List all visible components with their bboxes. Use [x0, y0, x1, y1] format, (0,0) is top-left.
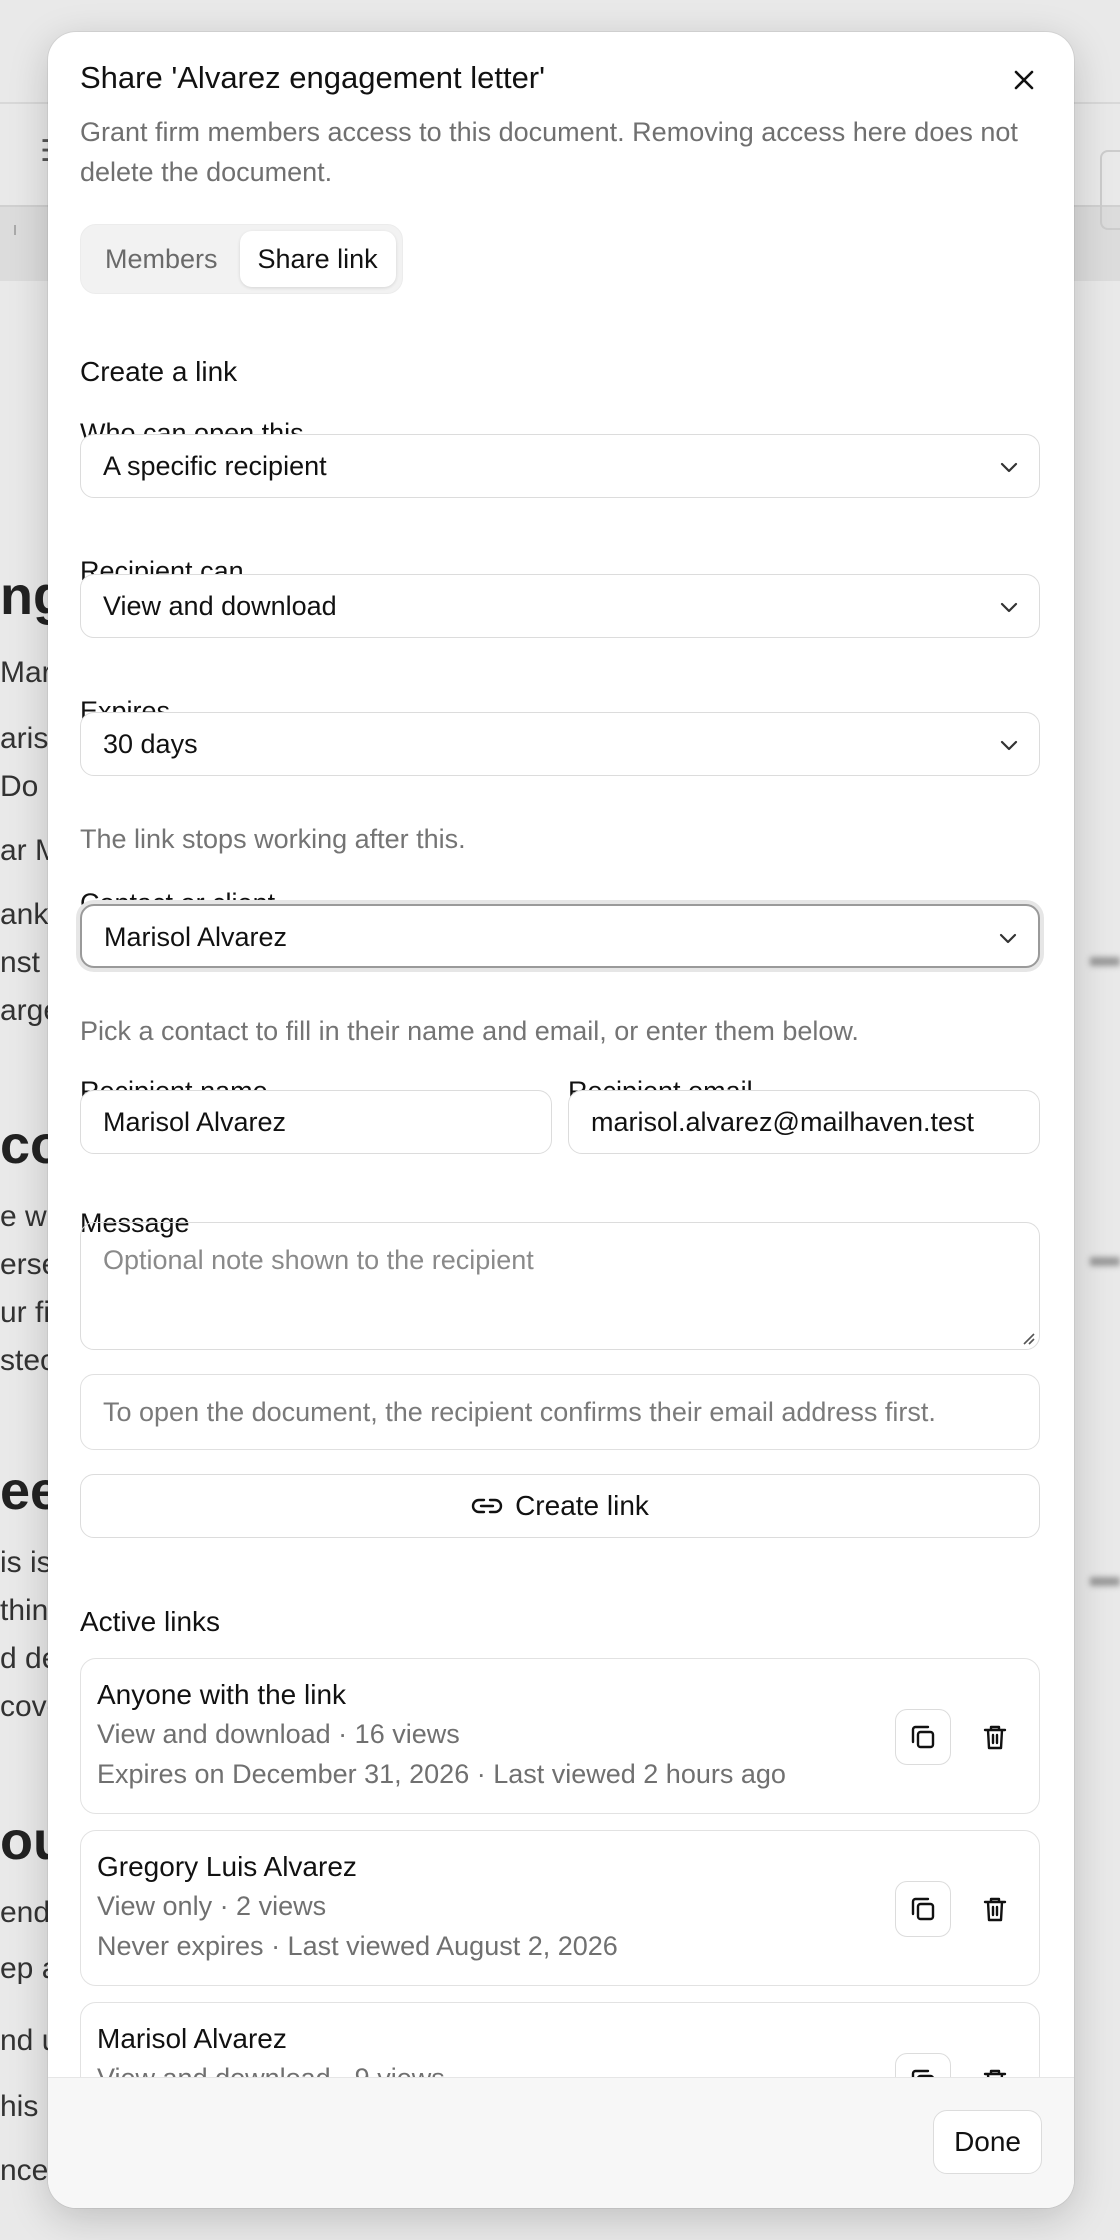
- message-textarea[interactable]: Optional note shown to the recipient: [80, 1222, 1040, 1350]
- delete-link-button[interactable]: [967, 1709, 1023, 1765]
- contact-helper: Pick a contact to fill in their name and…: [80, 1016, 859, 1046]
- dialog-footer: Done: [48, 2077, 1074, 2208]
- tab-members[interactable]: Members: [87, 231, 236, 287]
- active-link-title: Gregory Luis Alvarez: [97, 1851, 357, 1882]
- background-text: his: [0, 2090, 39, 2123]
- recipient-name-input[interactable]: Marisol Alvarez: [80, 1090, 552, 1154]
- contact-select[interactable]: Marisol Alvarez: [80, 904, 1040, 968]
- close-icon: [1014, 70, 1034, 90]
- active-link-expiry: Expires on December 31, 2026 · Last view…: [97, 1759, 786, 1789]
- chevron-down-icon: [1000, 462, 1018, 473]
- done-button[interactable]: Done: [933, 2110, 1042, 2174]
- recipient-can-select[interactable]: View and download: [80, 574, 1040, 638]
- tab-share-link[interactable]: Share link: [239, 231, 396, 287]
- background-text: Do: [0, 770, 39, 803]
- email-confirmation-notice: To open the document, the recipient conf…: [80, 1374, 1040, 1450]
- copy-link-button[interactable]: [895, 1709, 951, 1765]
- delete-link-button[interactable]: [967, 2053, 1023, 2077]
- copy-icon: [911, 1725, 935, 1749]
- active-link-detail: View and download · 16 views: [97, 1719, 460, 1749]
- copy-link-button[interactable]: [895, 1881, 951, 1937]
- background-text: end: [0, 1896, 51, 1929]
- background-text: nst: [0, 946, 41, 979]
- expires-select[interactable]: 30 days: [80, 712, 1040, 776]
- active-link-card: Marisol Alvarez View and download · 9 vi…: [80, 2002, 1040, 2077]
- background-side-panel: [1100, 150, 1120, 230]
- expires-helper: The link stops working after this.: [80, 824, 466, 854]
- background-text: ank: [0, 898, 49, 931]
- chevron-down-icon: [999, 933, 1017, 944]
- background-text: ur fi: [0, 1296, 51, 1329]
- background-text: Mar: [0, 656, 52, 689]
- recipient-email-input[interactable]: marisol.alvarez@mailhaven.test: [568, 1090, 1040, 1154]
- who-can-open-select[interactable]: A specific recipient: [80, 434, 1040, 498]
- active-link-card: Gregory Luis Alvarez View only · 2 views…: [80, 1830, 1040, 1986]
- trash-icon: [983, 1897, 1007, 1922]
- background-text: thin: [0, 1594, 49, 1627]
- dialog-title: Share 'Alvarez engagement letter': [80, 60, 546, 95]
- chevron-down-icon: [1000, 740, 1018, 751]
- background-blurred-text: ▬: [1090, 1240, 1120, 1273]
- close-button[interactable]: [1006, 62, 1042, 98]
- recipient-can-value: View and download: [103, 591, 337, 621]
- message-placeholder: Optional note shown to the recipient: [103, 1245, 534, 1275]
- background-text: stec: [0, 1344, 56, 1377]
- delete-link-button[interactable]: [967, 1881, 1023, 1937]
- chevron-down-icon: [1000, 602, 1018, 613]
- copy-link-button[interactable]: [895, 2053, 951, 2077]
- trash-icon: [983, 2069, 1007, 2077]
- active-link-detail: View and download · 9 views: [97, 2063, 445, 2077]
- background-text: is is: [0, 1546, 52, 1579]
- dialog-scroll-area[interactable]: Share 'Alvarez engagement letter' Grant …: [48, 32, 1074, 2077]
- trash-icon: [983, 1725, 1007, 1750]
- create-link-heading: Create a link: [80, 356, 238, 387]
- create-link-button[interactable]: Create link: [80, 1474, 1040, 1538]
- create-link-label: Create link: [515, 1490, 649, 1521]
- active-links-heading: Active links: [80, 1606, 221, 1637]
- dialog-description: Grant firm members access to this docume…: [80, 117, 1018, 187]
- active-link-detail: View only · 2 views: [97, 1891, 327, 1921]
- share-dialog: Share 'Alvarez engagement letter' Grant …: [48, 32, 1074, 2208]
- share-tabs: Members Share link: [80, 224, 403, 294]
- contact-value: Marisol Alvarez: [104, 922, 288, 952]
- resize-handle-icon[interactable]: [1021, 1331, 1035, 1345]
- copy-icon: [911, 1897, 935, 1921]
- who-can-open-value: A specific recipient: [103, 451, 327, 481]
- active-link-expiry: Never expires · Last viewed August 2, 20…: [97, 1931, 618, 1961]
- background-blurred-text: ▬: [1090, 1560, 1120, 1593]
- background-blurred-text: ▬: [1090, 940, 1120, 973]
- active-link-title: Anyone with the link: [97, 1679, 347, 1710]
- link-icon: [471, 1498, 503, 1514]
- active-link-card: Anyone with the link View and download ·…: [80, 1658, 1040, 1814]
- background-text: e wi: [0, 1200, 54, 1233]
- active-link-title: Marisol Alvarez: [97, 2023, 287, 2054]
- copy-icon: [911, 2069, 934, 2077]
- expires-value: 30 days: [103, 729, 198, 759]
- background-text: nce: [0, 2154, 49, 2187]
